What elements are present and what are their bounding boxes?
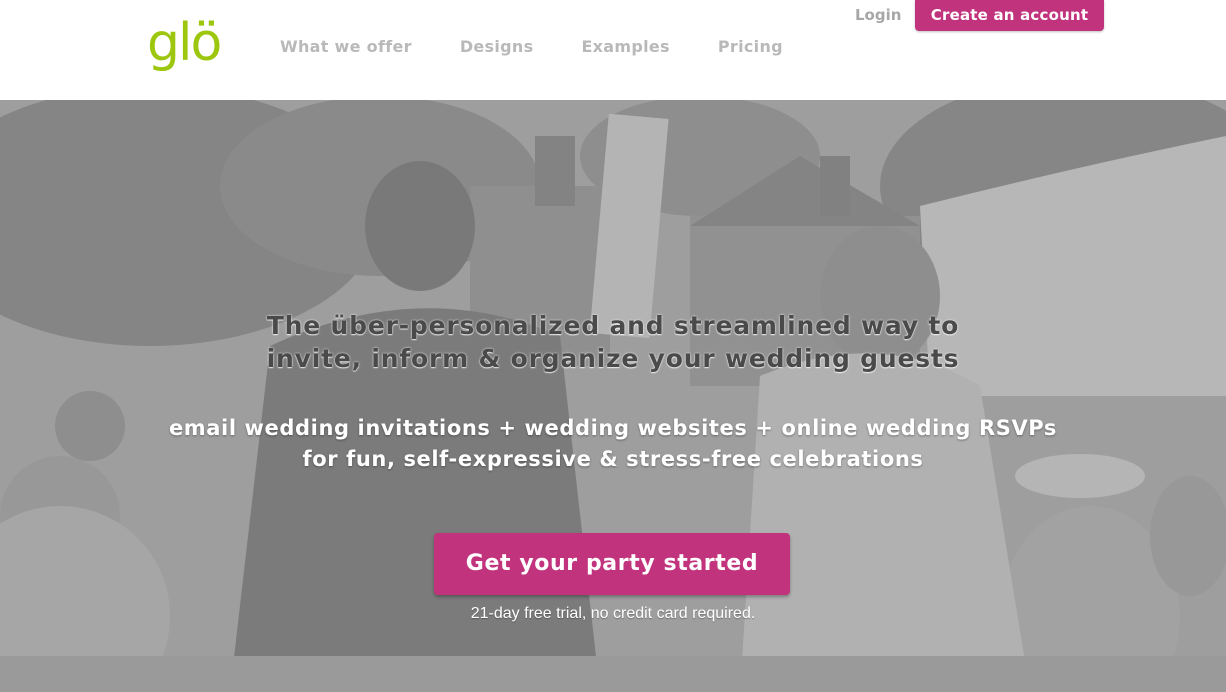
hero-subheadline: email wedding invitations + wedding webs… [0,413,1226,475]
nav-designs[interactable]: Designs [460,36,534,58]
trial-note: 21-day free trial, no credit card requir… [470,605,756,622]
get-started-button[interactable]: Get your party started [434,533,790,595]
main-nav: What we offer Designs Examples Pricing [280,36,831,58]
headline-line-2: invite, inform & organize your wedding g… [266,344,960,373]
subheadline-line-1: email wedding invitations + wedding webs… [168,416,1058,440]
headline-line-1: The über-personalized and streamlined wa… [266,311,960,340]
hero-section [0,96,1226,692]
login-link[interactable]: Login [855,4,901,26]
logo-text: glö [147,13,222,73]
subheadline-line-2: for fun, self-expressive & stress-free c… [302,447,924,471]
hero-overlay [0,96,1226,692]
create-account-button[interactable]: Create an account [915,0,1104,31]
glo-logo[interactable]: glö [147,4,222,82]
nav-pricing[interactable]: Pricing [718,36,783,58]
torn-edge-divider [0,86,1226,99]
hero-headline: The über-personalized and streamlined wa… [0,309,1226,375]
site-header: glö What we offer Designs Examples Prici… [0,0,1226,100]
nav-examples[interactable]: Examples [581,36,669,58]
nav-what-we-offer[interactable]: What we offer [280,36,412,58]
